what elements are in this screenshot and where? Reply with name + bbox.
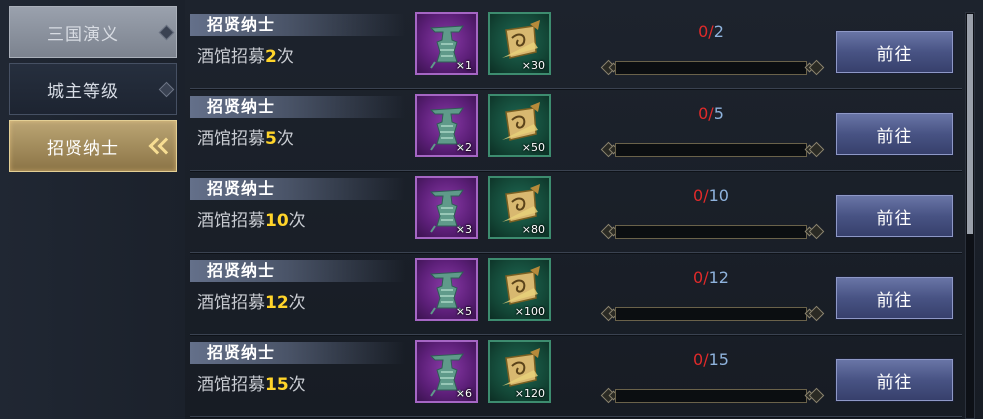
task-row: 招贤纳士 酒馆招募5次 ×2 ×50 0/5 前往 (190, 94, 962, 172)
task-desc-count: 2 (265, 47, 277, 67)
reward-slot[interactable]: ×80 (488, 176, 551, 239)
progress-total: 12 (708, 268, 729, 287)
reward-slot[interactable]: ×1 (415, 12, 478, 75)
sidebar-tab-label: 城主等级 (47, 81, 119, 102)
progress-text: 0/10 (601, 186, 821, 206)
diamond-icon (808, 59, 825, 76)
go-button[interactable]: 前往 (836, 277, 953, 319)
diamond-icon (158, 24, 175, 41)
sidebar: 三国演义 城主等级 招贤纳士 (0, 0, 186, 419)
reward-quantity: ×5 (455, 305, 472, 318)
task-desc-prefix: 酒馆招募 (197, 129, 265, 149)
task-desc-suffix: 次 (288, 375, 306, 395)
progress-total: 2 (713, 22, 724, 41)
progress-bar (615, 61, 807, 75)
sidebar-tab-recruit-talents[interactable]: 招贤纳士 (9, 120, 177, 172)
task-desc-suffix: 次 (276, 47, 294, 67)
task-desc-count: 10 (265, 211, 289, 231)
progress-current: 0 (698, 22, 709, 41)
reward-quantity: ×30 (521, 59, 545, 72)
task-description: 酒馆招募10次 (197, 210, 306, 232)
sidebar-tab-label: 三国演义 (47, 24, 119, 45)
reward-slot[interactable]: ×6 (415, 340, 478, 403)
progress-bar (615, 225, 807, 239)
reward-slot[interactable]: ×100 (488, 258, 551, 321)
reward-slot[interactable]: ×2 (415, 94, 478, 157)
diamond-icon (808, 141, 825, 158)
reward-slot[interactable]: ×120 (488, 340, 551, 403)
progress-text: 0/12 (601, 268, 821, 288)
go-button[interactable]: 前往 (836, 31, 953, 73)
task-desc-prefix: 酒馆招募 (197, 375, 265, 395)
progress-total: 15 (708, 350, 729, 369)
reward-slot[interactable]: ×5 (415, 258, 478, 321)
sidebar-tab-label: 招贤纳士 (47, 138, 119, 159)
task-description: 酒馆招募5次 (197, 128, 294, 150)
task-title: 招贤纳士 (207, 343, 276, 362)
task-desc-count: 12 (265, 293, 289, 313)
reward-slot[interactable]: ×3 (415, 176, 478, 239)
task-description: 酒馆招募2次 (197, 46, 294, 68)
task-title: 招贤纳士 (207, 97, 276, 116)
scrollbar-thumb[interactable] (967, 14, 973, 234)
reward-quantity: ×2 (455, 141, 472, 154)
task-desc-suffix: 次 (276, 129, 294, 149)
sidebar-tab-sanguo-yanyi[interactable]: 三国演义 (9, 6, 177, 58)
reward-quantity: ×100 (514, 305, 545, 318)
progress-text: 0/5 (601, 104, 821, 124)
task-desc-suffix: 次 (288, 211, 306, 231)
chevron-left-icon (148, 135, 175, 157)
progress-total: 10 (708, 186, 729, 205)
diamond-icon (808, 305, 825, 322)
progress-text: 0/15 (601, 350, 821, 370)
task-description: 酒馆招募12次 (197, 292, 306, 314)
reward-quantity: ×80 (521, 223, 545, 236)
task-row: 招贤纳士 酒馆招募10次 ×3 ×80 0/10 前往 (190, 176, 962, 254)
reward-slot[interactable]: ×50 (488, 94, 551, 157)
progress-current: 0 (693, 268, 704, 287)
task-title: 招贤纳士 (207, 261, 276, 280)
go-button[interactable]: 前往 (836, 195, 953, 237)
task-row: 招贤纳士 酒馆招募12次 ×5 ×100 0/12 前往 (190, 258, 962, 336)
task-desc-prefix: 酒馆招募 (197, 293, 265, 313)
task-row: 招贤纳士 酒馆招募15次 ×6 ×120 0/15 前往 (190, 340, 962, 418)
task-title: 招贤纳士 (207, 179, 276, 198)
reward-quantity: ×1 (455, 59, 472, 72)
task-desc-prefix: 酒馆招募 (197, 211, 265, 231)
progress-bar (615, 389, 807, 403)
diamond-icon (158, 81, 175, 98)
reward-quantity: ×6 (455, 387, 472, 400)
progress-current: 0 (693, 186, 704, 205)
task-row: 招贤纳士 酒馆招募2次 ×1 ×30 0/2 前往 (190, 12, 962, 90)
diamond-icon (808, 223, 825, 240)
progress-bar (615, 143, 807, 157)
task-title: 招贤纳士 (207, 15, 276, 34)
progress-total: 5 (713, 104, 724, 123)
reward-quantity: ×3 (455, 223, 472, 236)
reward-quantity: ×50 (521, 141, 545, 154)
progress-bar (615, 307, 807, 321)
task-list: 招贤纳士 酒馆招募2次 ×1 ×30 0/2 前往 招贤纳士 酒馆招募5次 ×2… (185, 0, 983, 419)
task-description: 酒馆招募15次 (197, 374, 306, 396)
progress-text: 0/2 (601, 22, 821, 42)
task-desc-count: 5 (265, 129, 277, 149)
go-button[interactable]: 前往 (836, 359, 953, 401)
reward-quantity: ×120 (514, 387, 545, 400)
task-desc-count: 15 (265, 375, 289, 395)
task-desc-prefix: 酒馆招募 (197, 47, 265, 67)
reward-slot[interactable]: ×30 (488, 12, 551, 75)
task-desc-suffix: 次 (288, 293, 306, 313)
sidebar-tab-city-lord-level[interactable]: 城主等级 (9, 63, 177, 115)
progress-current: 0 (693, 350, 704, 369)
scrollbar[interactable] (965, 12, 975, 419)
progress-current: 0 (698, 104, 709, 123)
diamond-icon (808, 387, 825, 404)
go-button[interactable]: 前往 (836, 113, 953, 155)
